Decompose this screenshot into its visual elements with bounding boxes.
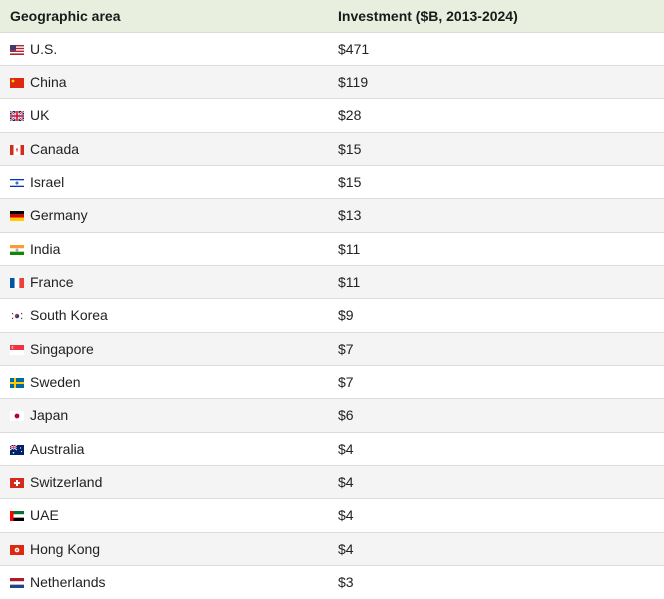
country-cell: UAE (0, 499, 328, 532)
germany-flag-icon (10, 211, 24, 222)
country-name: Canada (30, 140, 80, 157)
country-cell: Japan (0, 399, 328, 432)
country-name: France (30, 274, 74, 291)
investment-value: $4 (338, 507, 354, 524)
china-flag-icon (10, 78, 24, 89)
sweden-flag-icon (10, 378, 24, 389)
investment-value: $4 (338, 474, 354, 491)
table-body: U.S. $471 China $119 UK $28 Canada $15 Israel $15… (0, 32, 664, 599)
table-row: Germany $13 (0, 198, 664, 233)
country-cell: South Korea (0, 299, 328, 332)
table-row: Netherlands $3 (0, 565, 664, 599)
country-name: UK (30, 107, 50, 124)
canada-flag-icon (10, 144, 24, 155)
investment-value: $11 (338, 240, 361, 257)
netherlands-flag-icon (10, 578, 24, 589)
south-korea-flag-icon (10, 311, 24, 322)
country-name: Japan (30, 407, 69, 424)
country-cell: France (0, 265, 328, 298)
investment-value: $4 (338, 540, 354, 557)
table-header-row: Geographic area Investment ($B, 2013-202… (0, 0, 664, 32)
country-cell: Canada (0, 132, 328, 165)
country-cell: China (0, 65, 328, 98)
country-name: Germany (30, 207, 88, 224)
country-name: India (30, 240, 61, 257)
uae-flag-icon (10, 511, 24, 522)
country-cell: Singapore (0, 332, 328, 365)
country-cell: Germany (0, 199, 328, 232)
investment-value: $28 (338, 107, 362, 124)
table-row: France $11 (0, 265, 664, 299)
country-name: Singapore (30, 340, 94, 357)
table-row: Canada $15 (0, 132, 664, 166)
country-name: South Korea (30, 307, 108, 324)
table-row: Hong Kong $4 (0, 532, 664, 566)
investment-value: $15 (338, 174, 362, 191)
investment-value: $471 (338, 40, 370, 57)
country-cell: Netherlands (0, 566, 328, 599)
australia-flag-icon (10, 444, 24, 455)
investment-value: $7 (338, 340, 354, 357)
table-row: India $11 (0, 232, 664, 265)
country-cell: UK (0, 99, 328, 132)
country-cell: Sweden (0, 365, 328, 398)
france-flag-icon (10, 278, 24, 289)
country-cell: U.S. (0, 32, 328, 65)
hong-kong-flag-icon (10, 544, 24, 555)
country-name: Israel (30, 174, 65, 191)
investment-table: Geographic area Investment ($B, 2013-202… (0, 0, 664, 599)
table-row: UAE $4 (0, 498, 664, 532)
table-row: Singapore $7 (0, 332, 664, 366)
investment-value: $6 (338, 407, 354, 424)
us-flag-icon (10, 44, 24, 55)
country-name: UAE (30, 507, 59, 524)
investment-value: $15 (338, 140, 362, 157)
india-flag-icon (10, 244, 24, 255)
table-row: China $119 (0, 65, 664, 99)
country-name: Australia (30, 440, 85, 457)
table-row: South Korea $9 (0, 298, 664, 332)
country-name: Netherlands (30, 574, 106, 591)
israel-flag-icon (10, 178, 24, 189)
investment-value: $9 (338, 307, 354, 324)
country-cell: Israel (0, 165, 328, 198)
table-row: UK $28 (0, 98, 664, 132)
country-name: China (30, 74, 67, 91)
country-name: Sweden (30, 374, 81, 391)
country-cell: Australia (0, 432, 328, 465)
country-cell: Hong Kong (0, 532, 328, 565)
header-investment: Investment ($B, 2013-2024) (338, 7, 518, 24)
investment-value: $7 (338, 374, 354, 391)
table-row: Australia $4 (0, 432, 664, 465)
table-row: Japan $6 (0, 398, 664, 433)
country-name: Hong Kong (30, 540, 101, 557)
japan-flag-icon (10, 411, 24, 422)
country-cell: Switzerland (0, 465, 328, 498)
table-row: Sweden $7 (0, 365, 664, 398)
investment-value: $3 (338, 574, 354, 591)
header-geographic-area: Geographic area (10, 7, 121, 24)
table-row: U.S. $471 (0, 32, 664, 65)
switzerland-flag-icon (10, 478, 24, 489)
singapore-flag-icon (10, 344, 24, 355)
investment-value: $13 (338, 207, 362, 224)
investment-value: $119 (338, 74, 369, 91)
country-name: U.S. (30, 40, 58, 57)
table-row: Switzerland $4 (0, 465, 664, 499)
country-cell: India (0, 232, 328, 265)
uk-flag-icon (10, 111, 24, 122)
table-row: Israel $15 (0, 165, 664, 198)
investment-value: $11 (338, 274, 361, 291)
investment-value: $4 (338, 440, 354, 457)
country-name: Switzerland (30, 474, 103, 491)
